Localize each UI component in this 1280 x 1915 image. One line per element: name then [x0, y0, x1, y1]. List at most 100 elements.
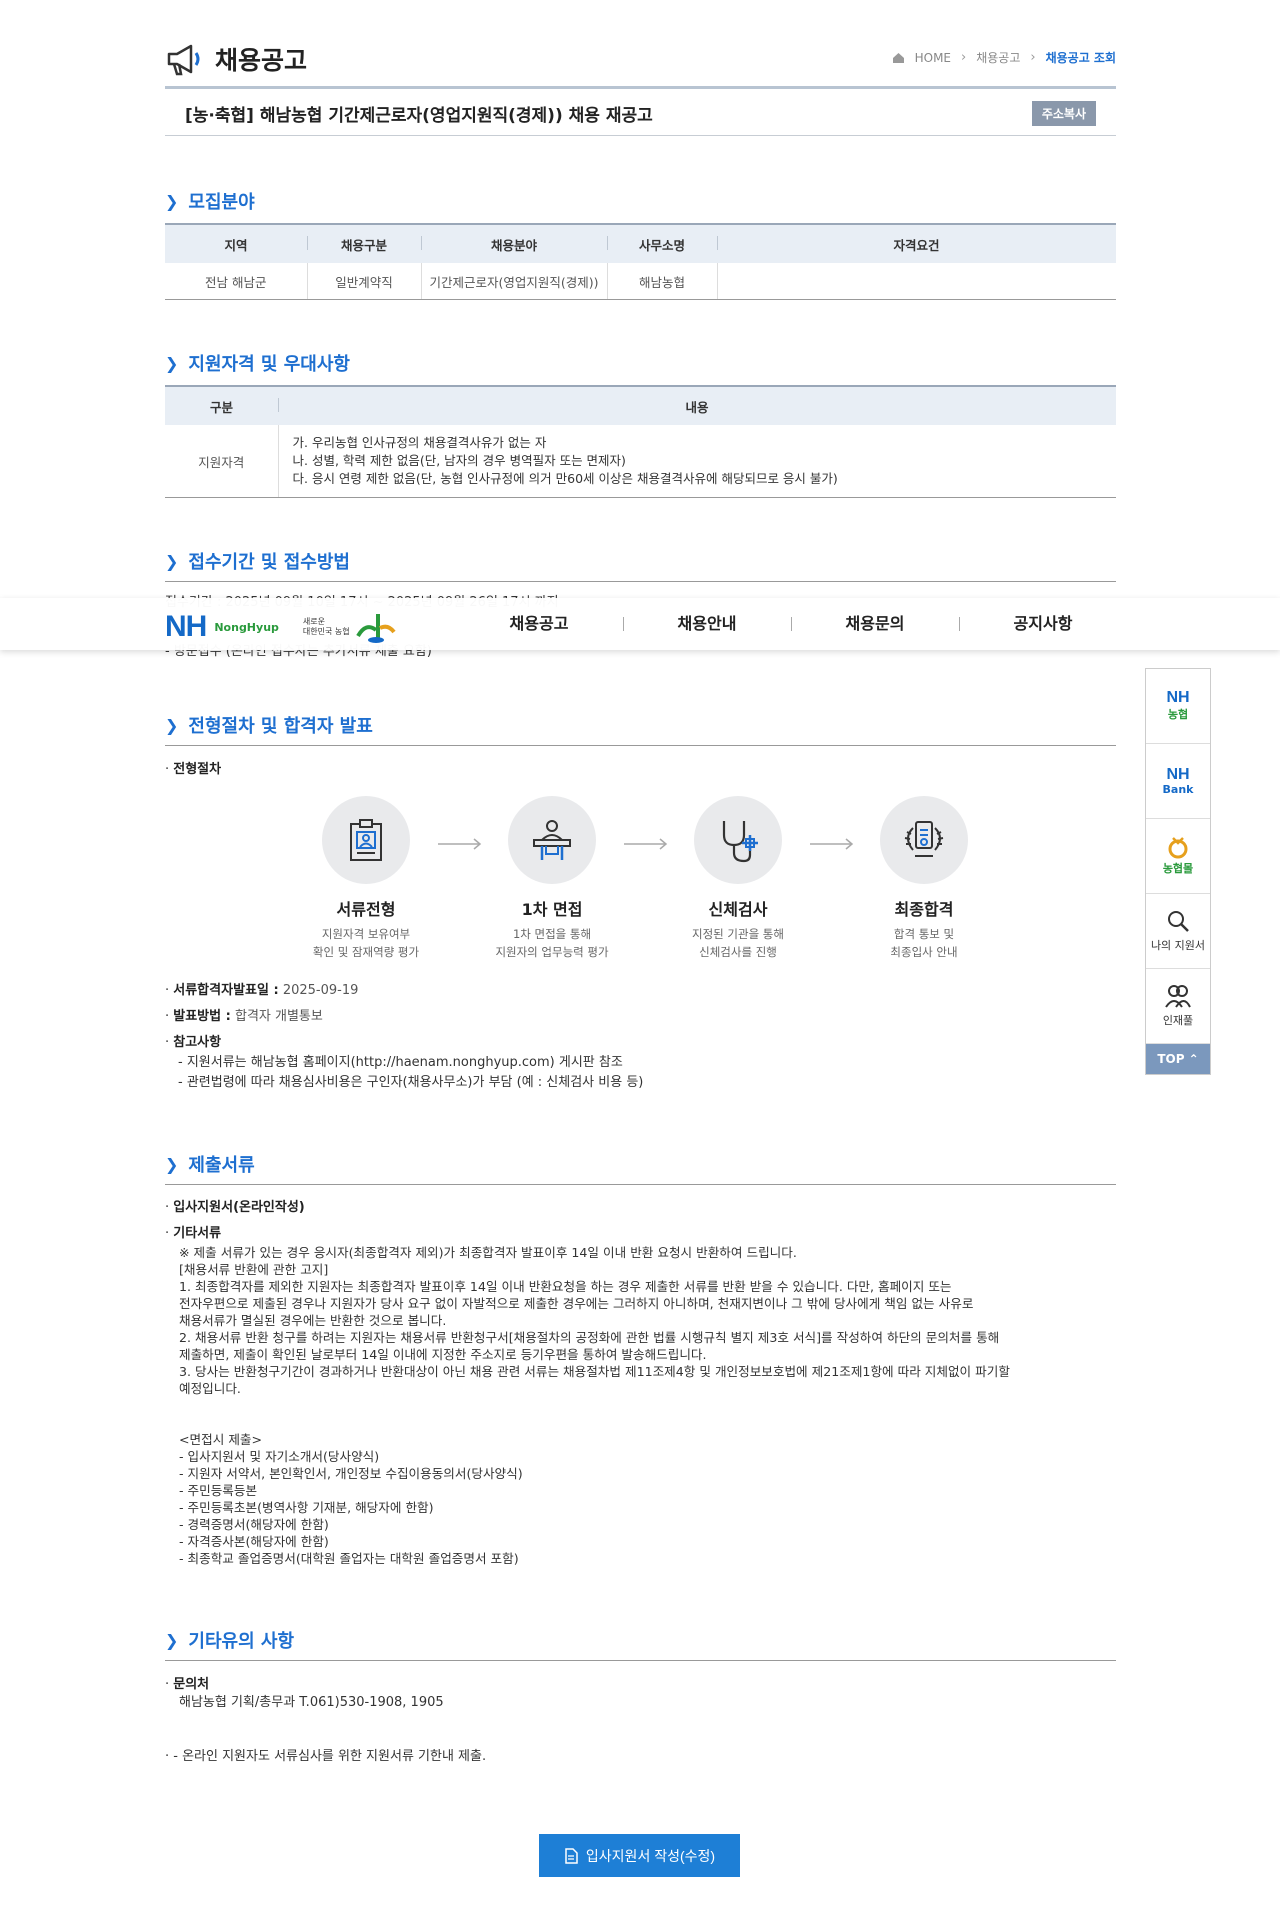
quick-nhmall[interactable]: 농협몰 [1146, 819, 1210, 894]
announce-method: · 발표방법 : 합격자 개별통보 [165, 1009, 323, 1024]
nh-logo[interactable]: NH NongHyup 새로운 대한민국 농협 [165, 610, 396, 644]
contact-label-text: 문의처 [173, 1677, 210, 1692]
apply-button-label: 입사지원서 작성(수정) [585, 1847, 716, 1864]
step-circle [322, 796, 410, 884]
breadcrumb-recruit[interactable]: 채용공고 [976, 49, 1020, 66]
divider [165, 135, 1116, 136]
qualification-line: 나. 성별, 학력 제한 없음(단, 남자의 경우 병역필자 또는 면제자) [292, 453, 626, 468]
quick-menu: NH 농협 NH Bank 농협몰 나의 지원서 인재풀 TOP ⌃ [1145, 668, 1211, 1075]
etc-note-text: - 온라인 지원자도 서류심사를 위한 지원서류 기한내 제출. [173, 1749, 487, 1764]
chevron-right-icon: ❯ [165, 191, 179, 211]
chevron-right-icon: ❯ [165, 353, 179, 373]
column-header: 자격요건 [717, 223, 1116, 263]
chevron-right-icon: ❯ [165, 1630, 179, 1650]
nav-item-inquiry[interactable]: 채용문의 [791, 598, 959, 650]
process-step: 서류전형 지원자격 보유여부 확인 및 잠재역량 평가 [271, 796, 461, 961]
section-title-text: 기타유의 사항 [188, 1631, 295, 1652]
quick-label: 농협몰 [1162, 862, 1194, 875]
document-item-text: 기타서류 [173, 1226, 222, 1241]
quick-label-top: NH [1166, 689, 1190, 706]
quick-label: 인재풀 [1162, 1014, 1194, 1027]
main-nav: 채용공고 채용안내 채용문의 공지사항 [455, 598, 1127, 650]
column-header: 채용구분 [307, 223, 421, 263]
breadcrumb-current: 채용공고 조회 [1045, 51, 1116, 65]
table-row: 지원자격 가. 우리농협 인사규정의 채용결격사유가 없는 자 나. 성별, 학… [165, 425, 1116, 498]
nav-item-announcement[interactable]: 공지사항 [959, 598, 1127, 650]
announce-value: 2025-09-19 [282, 983, 359, 998]
divider [165, 1184, 1116, 1185]
qualification-line: 다. 응시 연령 제한 없음(단, 농협 인사규정에 의거 만60세 이상은 채… [292, 471, 838, 486]
step-desc: 지원자격 보유여부 확인 및 잠재역량 평가 [312, 927, 420, 959]
logo-slogan: 새로운 대한민국 농협 [302, 617, 350, 636]
step-circle [694, 796, 782, 884]
logo-subtext: NongHyup [214, 620, 279, 634]
chevron-right-icon: › [1030, 50, 1036, 65]
step-desc: 지정된 기관을 통해 신체검사를 진행 [692, 927, 784, 959]
arrow-right-icon [810, 838, 854, 850]
apply-button[interactable]: 입사지원서 작성(수정) [539, 1834, 740, 1877]
breadcrumb-home[interactable]: HOME [915, 51, 951, 65]
column-header: 내용 [278, 385, 1116, 425]
quick-nonghyup[interactable]: NH 농협 [1146, 669, 1210, 744]
document-icon [565, 1847, 578, 1864]
interview-icon [533, 820, 571, 860]
breadcrumb: HOME › 채용공고 › 채용공고 조회 [892, 49, 1116, 66]
step-circle [880, 796, 968, 884]
table-cell: 해남농협 [606, 263, 717, 300]
quick-my-application[interactable]: 나의 지원서 [1146, 894, 1210, 969]
process-label: · 전형절차 [165, 762, 222, 777]
table-cell: 기간제근로자(영업지원직(경제)) [420, 263, 607, 300]
step-desc: 1차 면접을 통해 지원자의 업무능력 평가 [495, 927, 609, 959]
step-name: 서류전형 [336, 900, 396, 919]
documents-body: ※ 제출 서류가 있는 경우 응시자(최종합격자 제외)가 최종합격자 발표이후… [179, 1245, 1010, 1566]
resume-icon [350, 819, 382, 861]
quick-nhbank[interactable]: NH Bank [1146, 744, 1210, 819]
nav-item-guide[interactable]: 채용안내 [623, 598, 791, 650]
divider [165, 581, 1116, 582]
post-title: [농·축협] 해남농협 기간제근로자(영업지원직(경제)) 채용 재공고 [185, 106, 653, 126]
process-step: 최종합격 합격 통보 및 최종입사 안내 [829, 796, 1019, 961]
table-row: 전남 해남군 일반계약직 기간제근로자(영업지원직(경제)) 해남농협 [165, 263, 1116, 300]
step-name: 최종합격 [894, 900, 954, 919]
qualification-content: 가. 우리농협 인사규정의 채용결격사유가 없는 자 나. 성별, 학력 제한 … [277, 425, 1116, 498]
chevron-up-icon: ⌃ [1188, 1052, 1199, 1066]
quick-label: 나의 지원서 [1150, 939, 1206, 952]
table-cell: 일반계약직 [306, 263, 421, 300]
home-icon[interactable] [892, 52, 905, 64]
section-title-text: 지원자격 및 우대사항 [188, 354, 350, 375]
contact-label: · 문의처 [165, 1677, 210, 1692]
announce-date: · 서류합격자발표일 : 2025-09-19 [165, 983, 359, 998]
divider [165, 745, 1116, 746]
nav-item-notice[interactable]: 채용공고 [455, 598, 623, 650]
stethoscope-icon [722, 821, 758, 863]
step-name: 1차 면접 [521, 900, 583, 919]
page-title: 채용공고 [165, 40, 307, 78]
table-cell: 전남 해남군 [165, 263, 307, 300]
document-item-text: 입사지원서(온라인작성) [173, 1200, 305, 1215]
section-title-recruit: ❯ 모집분야 [165, 188, 255, 214]
etc-note: · - 온라인 지원자도 서류심사를 위한 지원서류 기한내 제출. [165, 1749, 487, 1764]
column-header: 구분 [165, 385, 278, 425]
copy-address-button[interactable]: 주소복사 [1031, 101, 1096, 126]
chevron-right-icon: ❯ [165, 715, 179, 735]
qualification-line: 가. 우리농협 인사규정의 채용결격사유가 없는 자 [292, 435, 547, 450]
chevron-right-icon: ❯ [165, 551, 179, 571]
recruit-table: 지역 채용구분 채용분야 사무소명 자격요건 전남 해남군 일반계약직 기간제근… [165, 223, 1116, 300]
scroll-top-button[interactable]: TOP ⌃ [1146, 1044, 1210, 1074]
announce-label: 서류합격자발표일 : [173, 983, 279, 998]
step-name: 신체검사 [708, 900, 768, 919]
reference-line: - 관련법령에 따라 채용심사비용은 구인자(채용사무소)가 부담 (예 : 신… [178, 1075, 644, 1090]
quick-talent-pool[interactable]: 인재풀 [1146, 969, 1210, 1044]
section-title-etc: ❯ 기타유의 사항 [165, 1627, 294, 1653]
section-title-text: 접수기간 및 접수방법 [188, 552, 350, 573]
method-value: 합격자 개별통보 [234, 1009, 323, 1024]
divider [165, 1660, 1116, 1661]
process-step: 신체검사 지정된 기관을 통해 신체검사를 진행 [643, 796, 833, 961]
search-icon [1168, 911, 1189, 932]
top-label: TOP [1157, 1052, 1185, 1066]
column-header: 사무소명 [607, 223, 717, 263]
quick-label: 농협 [1167, 708, 1189, 721]
document-item: · 기타서류 [165, 1226, 222, 1241]
quick-label: Bank [1162, 782, 1194, 796]
reference-label: · 참고사항 [165, 1035, 222, 1050]
